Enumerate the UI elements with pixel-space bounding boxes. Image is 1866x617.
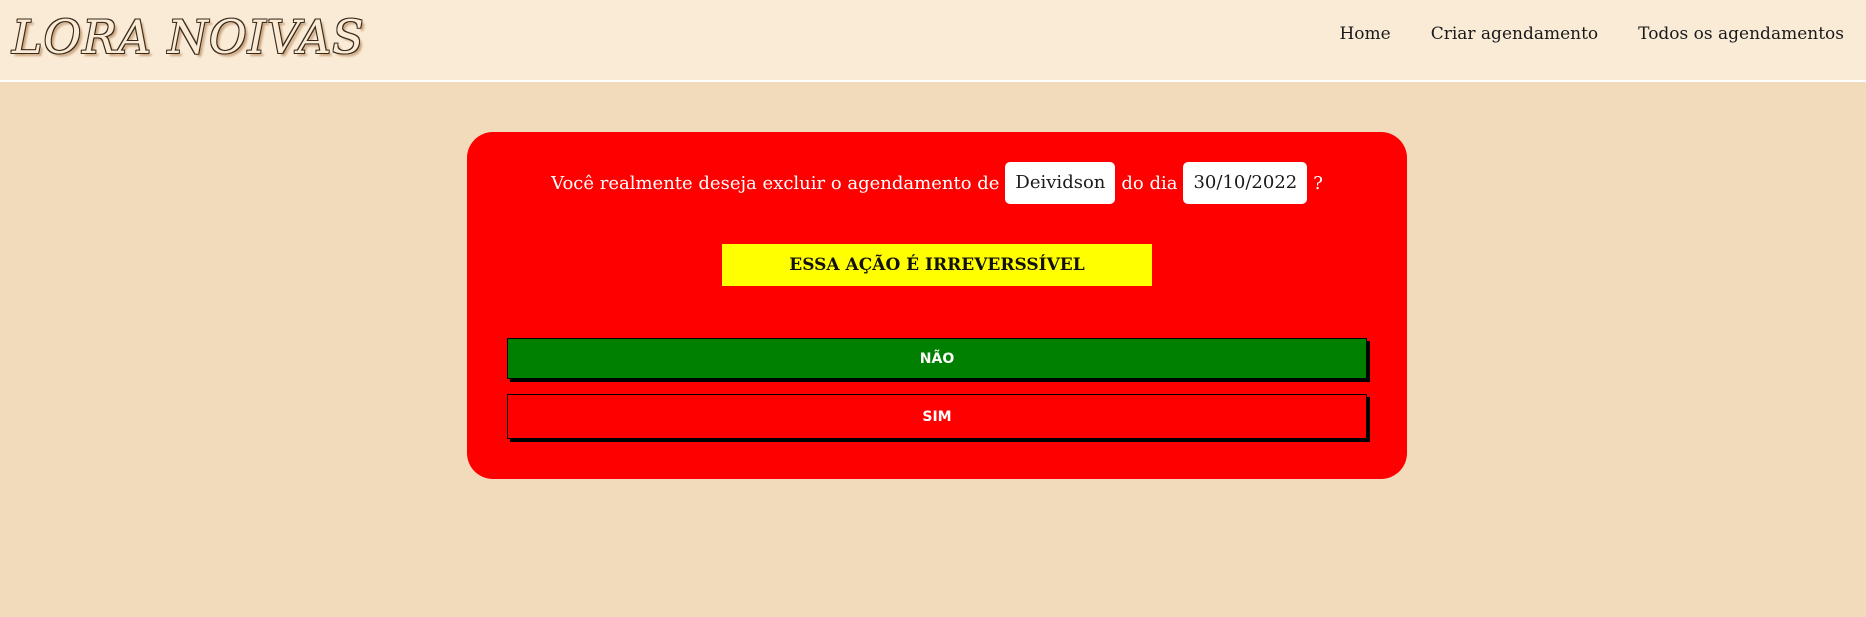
top-navbar: LORA NOIVAS Home Criar agendamento Todos… (0, 0, 1866, 82)
nav-link-all-appointments[interactable]: Todos os agendamentos (1638, 24, 1844, 44)
brand-logo[interactable]: LORA NOIVAS (12, 10, 365, 64)
main-nav: Home Criar agendamento Todos os agendame… (1339, 24, 1844, 44)
confirm-yes-button[interactable]: SIM (507, 394, 1367, 439)
nav-link-home[interactable]: Home (1339, 24, 1390, 44)
question-suffix: ? (1313, 172, 1323, 194)
question-middle: do dia (1121, 172, 1178, 194)
appointment-date-badge: 30/10/2022 (1183, 162, 1308, 204)
nav-link-create-appointment[interactable]: Criar agendamento (1431, 24, 1598, 44)
confirmation-question: Você realmente deseja excluir o agendame… (467, 162, 1407, 204)
question-prefix: Você realmente deseja excluir o agendame… (551, 172, 1000, 194)
delete-confirmation-card: Você realmente deseja excluir o agendame… (467, 132, 1407, 479)
client-name-badge: Deividson (1005, 162, 1116, 204)
cancel-no-button[interactable]: NÃO (507, 338, 1367, 379)
irreversible-warning: ESSA AÇÃO É IRREVERSSÍVEL (722, 244, 1152, 286)
